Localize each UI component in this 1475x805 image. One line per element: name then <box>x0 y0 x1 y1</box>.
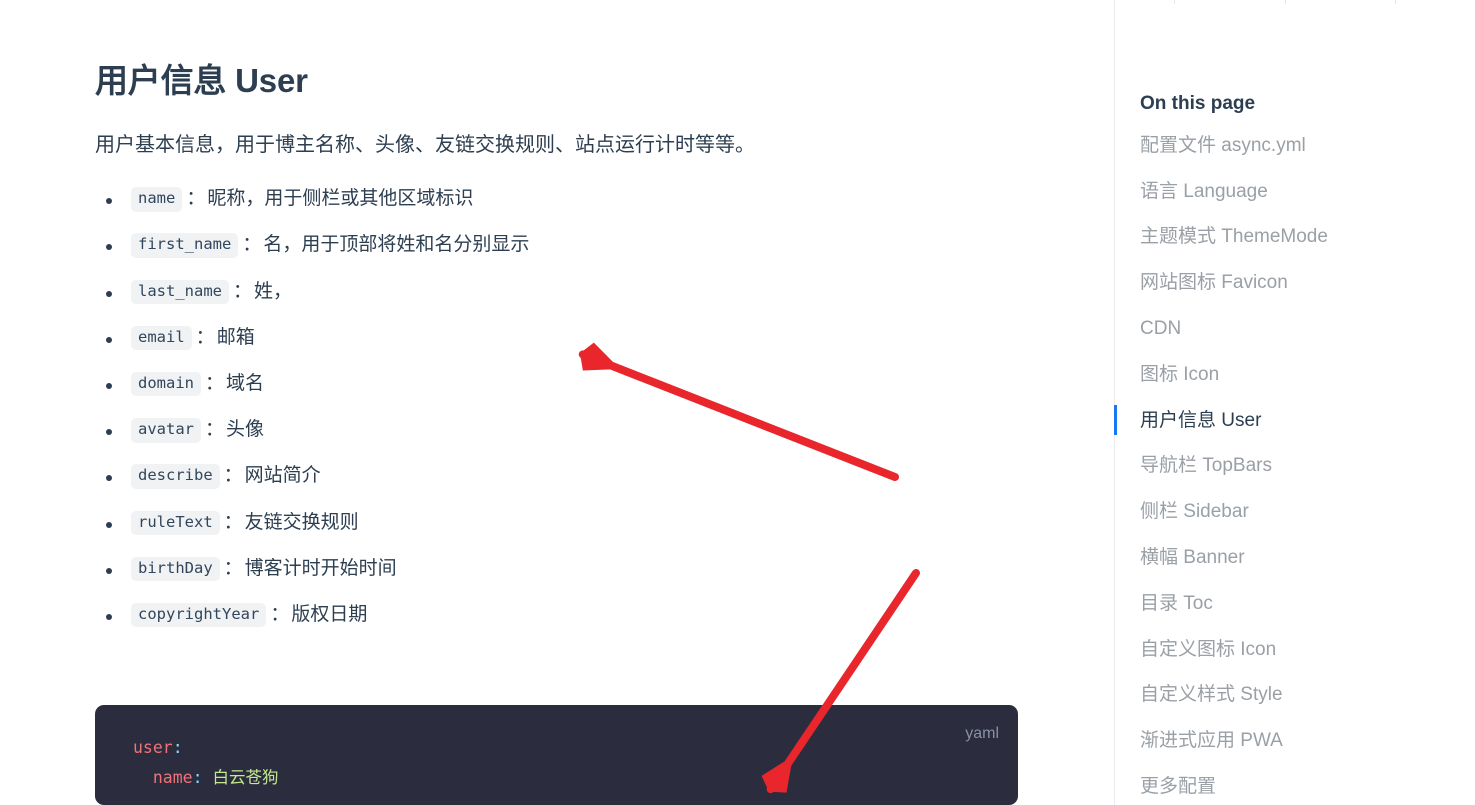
yaml-punc-1: : <box>172 738 183 757</box>
yaml-indent <box>133 768 153 787</box>
property-list-item: first_name：名，用于顶部将姓和名分别显示 <box>95 233 1030 258</box>
property-separator: ： <box>270 603 290 625</box>
property-list-item: describe：网站简介 <box>95 464 1030 489</box>
toc-item[interactable]: 侧栏 Sidebar <box>1140 501 1475 524</box>
property-list-item: last_name：姓， <box>95 279 1030 305</box>
property-separator: ： <box>242 234 262 256</box>
property-description: 头像 <box>226 419 265 441</box>
toc-item[interactable]: CDN <box>1140 318 1475 341</box>
toc-item[interactable]: 配置文件 async.yml <box>1140 135 1475 158</box>
property-key-chip: last_name <box>131 279 229 304</box>
property-key-chip: email <box>131 325 192 351</box>
property-key-chip: name <box>131 187 183 212</box>
property-separator: ： <box>205 419 225 441</box>
property-list: name：昵称，用于侧栏或其他区域标识 first_name：名，用于顶部将姓和名… <box>95 161 1030 628</box>
toc-item[interactable]: 目录 Toc <box>1140 593 1475 616</box>
toc-list: 配置文件 async.yml 语言 Language 主题模式 ThemeMode 网… <box>1114 116 1475 799</box>
property-description: 版权日期 <box>291 603 368 625</box>
toc-item[interactable]: 网站图标 Favicon <box>1140 272 1475 295</box>
property-key-chip: birthDay <box>131 556 220 582</box>
toc-item-active[interactable]: 用户信息 User <box>1114 404 1475 435</box>
article-content: 用户信息 User 用户基本信息，用于博主名称、头像、友链交换规则、站点运行计时… <box>95 0 1030 805</box>
toc-item[interactable]: 自定义图标 Icon <box>1140 639 1475 662</box>
page-title: 用户信息 User <box>95 62 308 99</box>
toc-item[interactable]: 自定义样式 Style <box>1140 684 1475 707</box>
property-description: 友链交换规则 <box>244 511 359 533</box>
property-separator: ： <box>195 326 215 348</box>
property-list-item: domain：域名 <box>95 372 1030 397</box>
property-description: 网站简介 <box>244 465 321 487</box>
property-key-chip: describe <box>131 464 220 489</box>
property-list-item: copyrightYear：版权日期 <box>95 602 1030 628</box>
property-separator: ： <box>223 557 243 579</box>
yaml-key-user: user <box>133 738 173 757</box>
toc-item[interactable]: 导航栏 TopBars <box>1140 455 1475 478</box>
toc-item[interactable]: 渐进式应用 PWA <box>1140 730 1475 753</box>
toc-heading: On this page <box>1140 93 1256 114</box>
property-key-chip: ruleText <box>131 510 220 535</box>
property-description: 姓， <box>254 280 293 302</box>
property-description: 博客计时开始时间 <box>244 557 397 579</box>
property-separator: ： <box>205 373 225 394</box>
toc-item[interactable]: 主题模式 ThemeMode <box>1140 226 1475 249</box>
property-separator: ： <box>223 511 243 533</box>
property-list-item: email：邮箱 <box>95 325 1030 351</box>
property-description: 昵称，用于侧栏或其他区域标识 <box>207 188 474 210</box>
yaml-key-name: name <box>152 768 193 787</box>
toc-item[interactable]: 语言 Language <box>1140 181 1475 204</box>
property-key-chip: domain <box>131 372 201 397</box>
toc-item[interactable]: 更多配置 <box>1140 776 1475 799</box>
property-separator: ： <box>223 465 243 487</box>
code-language-label: yaml <box>965 725 999 742</box>
table-of-contents: On this page 配置文件 async.yml 语言 Language 主题… <box>1114 0 1475 805</box>
property-separator: ： <box>233 280 253 302</box>
property-description: 邮箱 <box>216 326 255 348</box>
yaml-punc-2: : <box>192 768 213 787</box>
property-list-item: ruleText：友链交换规则 <box>95 510 1030 536</box>
property-key-chip: copyrightYear <box>131 602 267 628</box>
toc-item[interactable]: 横幅 Banner <box>1140 547 1475 570</box>
property-key-chip: first_name <box>131 233 239 258</box>
code-content[interactable]: user: name: 白云苍狗 <box>95 705 1018 793</box>
page-root: 用户信息 User 用户基本信息，用于博主名称、头像、友链交换规则、站点运行计时… <box>0 0 1475 805</box>
code-block: yaml user: name: 白云苍狗 <box>95 705 1018 805</box>
intro-paragraph: 用户基本信息，用于博主名称、头像、友链交换规则、站点运行计时等等。 <box>95 134 755 157</box>
property-key-chip: avatar <box>131 418 201 443</box>
property-list-item: birthDay：博客计时开始时间 <box>95 556 1030 582</box>
property-separator: ： <box>186 188 206 210</box>
yaml-value-name: 白云苍狗 <box>212 768 279 787</box>
property-description: 域名 <box>226 373 265 394</box>
property-description: 名，用于顶部将姓和名分别显示 <box>263 234 530 256</box>
property-list-item: avatar：头像 <box>95 418 1030 443</box>
toc-item[interactable]: 图标 Icon <box>1140 364 1475 387</box>
property-list-item: name：昵称，用于侧栏或其他区域标识 <box>95 187 1030 212</box>
